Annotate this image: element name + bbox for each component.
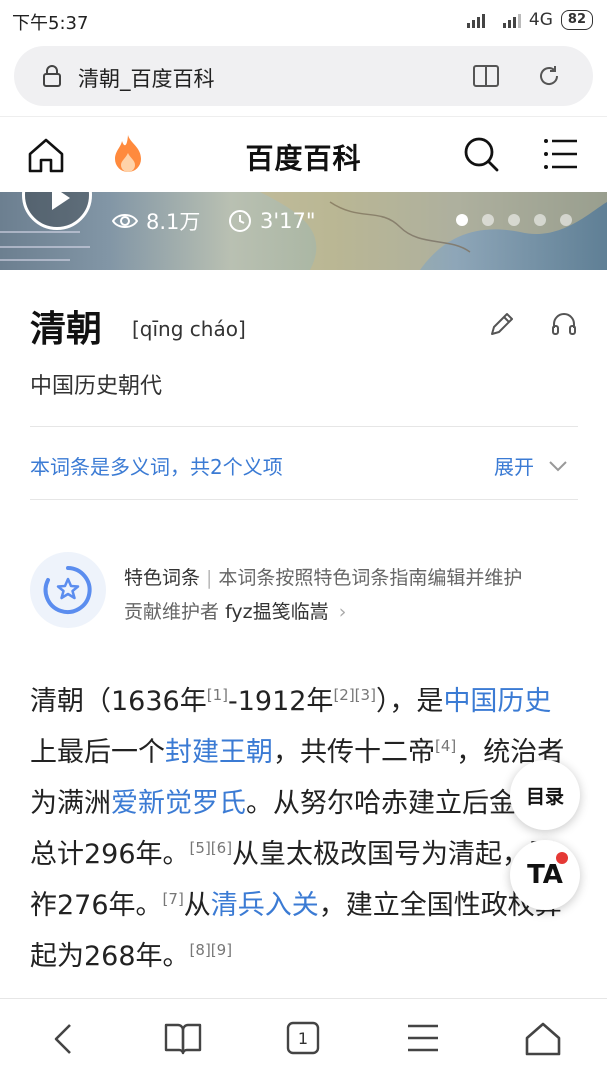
article-intro: 清朝（1636年[1]-1912年[2][3]），是中国历史上最后一个封建王朝，… <box>30 686 570 972</box>
bookmarks-icon[interactable] <box>164 1021 202 1057</box>
carousel-dot[interactable] <box>456 214 468 226</box>
bottom-nav: 1 <box>0 998 607 1080</box>
divider <box>30 426 578 427</box>
expand-button[interactable]: 展开 <box>494 451 568 480</box>
battery-indicator: 82 <box>560 10 593 30</box>
clock-icon <box>229 210 251 232</box>
reload-icon[interactable] <box>536 63 562 89</box>
entry-pinyin: [qīng cháo] <box>132 317 246 341</box>
home-nav-icon[interactable] <box>524 1021 562 1057</box>
site-header: 百度百科 <box>0 116 607 192</box>
featured-separator: | <box>206 567 213 589</box>
featured-label: 特色词条 <box>124 567 201 589</box>
network-label: 4G <box>528 10 553 30</box>
ta-button[interactable]: TA <box>510 840 580 910</box>
video-duration: 3'17" <box>228 208 316 234</box>
featured-info: 特色词条 | 本词条按照特色词条指南编辑并维护 <box>124 563 522 590</box>
view-count: 8.1万 <box>112 208 200 234</box>
carousel-dot[interactable] <box>534 214 546 226</box>
carousel-dot[interactable] <box>482 214 494 226</box>
citation[interactable]: [8][9] <box>190 941 233 959</box>
carousel-dot[interactable] <box>560 214 572 226</box>
chevron-down-icon <box>549 460 567 471</box>
tabs-button[interactable]: 1 <box>286 1021 320 1055</box>
play-icon <box>52 192 70 210</box>
toc-button[interactable]: 目录 <box>510 760 580 830</box>
expand-label: 展开 <box>494 455 534 479</box>
contributor-name: fyz揾笺临嵩 <box>225 601 329 623</box>
citation[interactable]: [1] <box>207 686 228 704</box>
divider <box>30 499 578 500</box>
menu-icon[interactable] <box>543 137 579 171</box>
contributor-link[interactable]: 贡献维护者 fyz揾笺临嵩 › <box>124 597 346 624</box>
search-icon[interactable] <box>462 135 500 175</box>
citation[interactable]: [5][6] <box>190 839 233 857</box>
status-bar: 下午5:37 4G 82 <box>0 0 607 40</box>
back-icon[interactable] <box>48 1021 78 1057</box>
url-title[interactable]: 清朝_百度百科 <box>78 63 215 93</box>
status-icons: 4G 82 <box>466 8 593 32</box>
headphones-icon[interactable] <box>550 310 578 338</box>
link-chinese-history[interactable]: 中国历史 <box>443 686 551 717</box>
menu-lines-icon[interactable] <box>406 1021 440 1055</box>
eye-icon <box>112 214 138 228</box>
featured-description: 本词条按照特色词条指南编辑并维护 <box>218 567 523 589</box>
featured-badge-icon <box>30 552 106 628</box>
carousel-dot[interactable] <box>508 214 520 226</box>
link-aisin-gioro[interactable]: 爱新觉罗氏 <box>111 788 246 819</box>
citation[interactable]: [2][3] <box>333 686 376 704</box>
site-brand[interactable]: 百度百科 <box>0 137 607 177</box>
address-bar[interactable]: 清朝_百度百科 <box>14 46 593 106</box>
reader-mode-icon[interactable] <box>472 63 500 89</box>
citation[interactable]: [4] <box>435 737 456 755</box>
entry-title: 清朝 <box>30 309 103 350</box>
link-qing-entering-pass[interactable]: 清兵入关 <box>211 890 319 921</box>
citation[interactable]: [7] <box>163 890 184 908</box>
video-banner[interactable]: 8.1万 3'17" <box>0 192 607 270</box>
signal-icon <box>466 14 485 28</box>
edit-pencil-icon[interactable] <box>488 310 516 338</box>
signal-hd-icon <box>502 14 521 28</box>
link-feudal-dynasty[interactable]: 封建王朝 <box>165 737 273 768</box>
notification-dot <box>556 852 568 864</box>
entry-subtitle: 中国历史朝代 <box>30 374 163 399</box>
contributor-prefix: 贡献维护者 <box>124 601 220 623</box>
tabs-count: 1 <box>297 1028 309 1048</box>
lock-icon <box>43 65 61 87</box>
carousel-dots <box>456 214 572 226</box>
chevron-right-icon: › <box>338 601 347 623</box>
polysemy-notice[interactable]: 本词条是多义词，共2个义项 <box>30 451 283 480</box>
status-time: 下午5:37 <box>12 13 89 34</box>
